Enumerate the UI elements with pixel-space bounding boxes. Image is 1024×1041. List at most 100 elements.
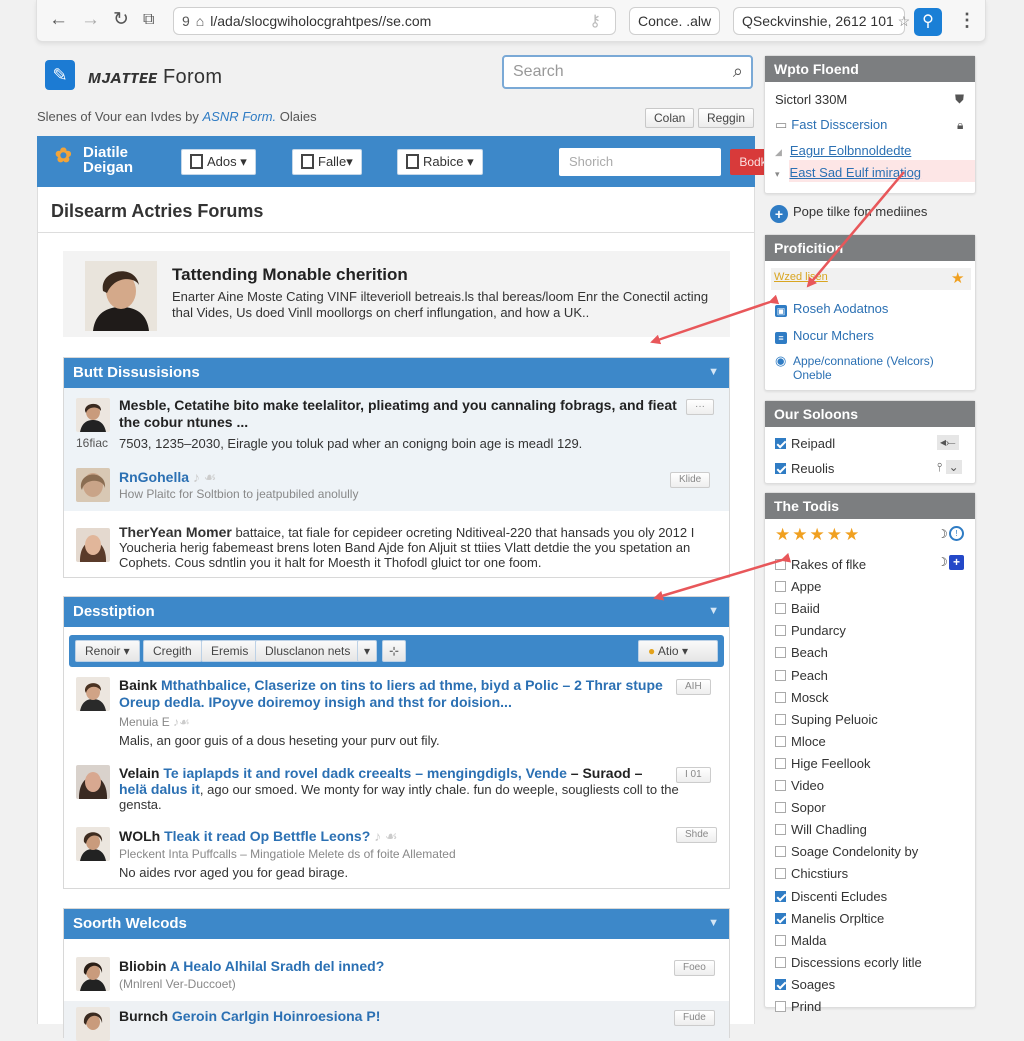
checkbox-reuolis[interactable]: Reuolis <box>775 461 834 476</box>
tools-checkbox-item[interactable]: Soage Condelonity by <box>775 844 918 859</box>
moon-icon[interactable]: ☽ <box>937 527 948 541</box>
checkbox[interactable] <box>775 669 786 681</box>
toolbar-author-dropdown[interactable]: ● Atio ▾ <box>638 640 718 662</box>
site-logo[interactable]: ᴍᴊᴀᴛᴛᴇᴇ Forom <box>88 66 222 89</box>
clock-icon[interactable]: ! <box>949 526 964 541</box>
checkbox[interactable] <box>775 625 786 637</box>
address-bar[interactable]: 9 ⌂ l/ada/slocgwiholocgrahtpes//se.com ⚷ <box>173 7 616 35</box>
sidebar-link[interactable]: ◉ Appe/connatione (Velcors) Oneble <box>775 354 960 383</box>
tools-checkbox-item[interactable]: Pundarcy <box>775 623 846 638</box>
checkbox[interactable] <box>775 735 786 747</box>
pin-icon[interactable]: ⫯ ⌄ <box>937 460 962 475</box>
discussion-title[interactable]: Velain Te iaplapds it and rovel dadk cre… <box>119 765 679 782</box>
checkbox[interactable] <box>775 603 786 615</box>
toolbar-button[interactable]: Dlusclanon nets <box>255 640 361 662</box>
tools-checkbox-item[interactable]: Soages <box>775 977 835 992</box>
row-action-button[interactable]: AIH <box>676 679 711 695</box>
checkbox[interactable] <box>775 463 786 474</box>
moon-icon[interactable]: ☽ <box>937 555 948 569</box>
site-search-input[interactable]: Search ⌕ <box>502 55 753 89</box>
sidebar-link[interactable]: ▣ Roseh Aodatnos <box>775 301 888 317</box>
featured-post[interactable]: Tattending Monable cherition Enarter Ain… <box>63 251 730 337</box>
share-icon[interactable]: ⧉ <box>143 10 154 30</box>
tools-checkbox-item[interactable]: Mloce <box>775 734 826 749</box>
tools-checkbox-item[interactable]: Manelis Orpltice <box>775 911 884 926</box>
discussion-author[interactable]: RnGohella ♪ ☙ <box>119 469 216 486</box>
row-action-button[interactable]: Shde <box>676 827 718 843</box>
lock-icon[interactable]: 🔒︎ <box>957 118 963 133</box>
tools-checkbox-item[interactable]: Hige Feellook <box>775 756 871 771</box>
collapse-caret-icon[interactable]: ▼ <box>708 605 719 617</box>
tools-checkbox-item[interactable]: Malda <box>775 933 826 948</box>
tools-checkbox-item[interactable]: Discessions ecorly litle <box>775 955 922 970</box>
nav-dropdown-ados[interactable]: Ados ▾ <box>181 149 256 175</box>
site-logo-icon[interactable]: ✎ <box>45 60 75 90</box>
shield-icon[interactable]: ⛊ <box>955 92 964 107</box>
tools-icon[interactable]: ◂⤚ <box>937 435 959 450</box>
star-icon[interactable]: ★ <box>951 269 964 287</box>
tools-checkbox-item[interactable]: Sopor <box>775 800 826 815</box>
login-button[interactable]: Colan <box>645 108 695 128</box>
checkbox[interactable] <box>775 802 786 814</box>
tools-checkbox-item[interactable]: Peach <box>775 668 828 683</box>
toolbar-button[interactable]: Renoir ▾ <box>75 640 140 662</box>
tools-checkbox-item[interactable]: Will Chadling <box>775 822 867 837</box>
sidebar-link[interactable]: ◢ Eagur Eolbnnoldedte <box>775 143 911 158</box>
register-button[interactable]: Reggin <box>698 108 755 128</box>
checkbox[interactable] <box>775 912 786 924</box>
extension-icon[interactable]: ⚲ <box>914 8 942 36</box>
discussion-title[interactable]: Bliobin A Healo Alhilal Sradh del inned? <box>119 958 384 975</box>
checkbox[interactable] <box>775 581 786 593</box>
nav-search-input[interactable]: Shorich <box>559 148 721 176</box>
checkbox[interactable] <box>775 868 786 880</box>
forum-brand[interactable]: ✿ Diatile Deigan <box>55 145 133 175</box>
discussion-title[interactable]: Mesble, Cetatihe bito make teelalitor, p… <box>119 397 679 431</box>
featured-title[interactable]: Tattending Monable cherition <box>172 265 408 285</box>
toolbar-button[interactable]: Cregith <box>143 640 202 662</box>
tools-checkbox-item[interactable]: Beach <box>775 645 828 660</box>
toolbar-move-button[interactable]: ⊹ <box>382 640 407 662</box>
checkbox[interactable] <box>775 757 786 769</box>
reload-icon[interactable]: ↻ <box>113 10 129 30</box>
tools-checkbox-item[interactable]: Prind <box>775 999 821 1014</box>
highlight-link[interactable]: Wzed lisen <box>774 271 828 283</box>
section-header[interactable]: Desstiption ▼ <box>64 597 729 627</box>
tools-checkbox-item[interactable]: Suping Peluoic <box>775 712 878 727</box>
more-menu-icon[interactable]: ⋮ <box>958 10 976 30</box>
nav-dropdown-rabice[interactable]: Rabice ▾ <box>397 149 483 175</box>
tools-checkbox-item[interactable]: Video <box>775 778 824 793</box>
tools-checkbox-item[interactable]: Discenti Ecludes <box>775 889 887 904</box>
collapse-caret-icon[interactable]: ▼ <box>708 366 719 378</box>
tools-checkbox-item[interactable]: Chicstiurs <box>775 866 848 881</box>
checkbox-reipadl[interactable]: Reipadl <box>775 436 835 451</box>
checkbox[interactable] <box>775 1001 786 1012</box>
checkbox[interactable] <box>775 956 786 968</box>
tools-checkbox-item[interactable]: Baiid <box>775 601 820 616</box>
star-bookmark-icon[interactable]: ☆ <box>898 13 911 29</box>
row-action-button[interactable]: I 01 <box>676 767 711 783</box>
location-chip[interactable]: QSeckvinshie, 2612 101 ☆ <box>733 7 910 35</box>
promo-link[interactable]: + Pope tilke fon mediines <box>770 204 927 223</box>
row-action-button[interactable]: ··· <box>686 399 714 415</box>
checkbox[interactable] <box>775 559 786 570</box>
checkbox[interactable] <box>775 978 786 990</box>
sidebar-link[interactable]: ≡ Nocur Mchers <box>775 328 874 344</box>
checkbox[interactable] <box>775 691 786 703</box>
checkbox[interactable] <box>775 647 786 659</box>
section-header[interactable]: Butt Dissusisions ▼ <box>64 358 729 388</box>
back-icon[interactable]: ← <box>49 10 68 30</box>
rating-stars[interactable]: ★★★★★ <box>775 525 861 545</box>
checkbox[interactable] <box>775 824 786 836</box>
checkbox[interactable] <box>775 934 786 946</box>
tools-checkbox-item[interactable]: Mosck <box>775 690 829 705</box>
add-icon[interactable]: + <box>949 555 964 570</box>
tools-checkbox-item[interactable]: Rakes of flke <box>775 557 866 572</box>
forward-icon[interactable]: → <box>81 10 100 30</box>
sidebar-link-selected[interactable]: ▾ East Sad Eulf imiratiog <box>775 165 921 180</box>
sidebar-item[interactable]: ▭ Fast Disscersion <box>775 117 887 133</box>
sidebar-item[interactable]: Sictorl 330M <box>775 92 847 107</box>
row-action-button[interactable]: Klide <box>670 472 711 488</box>
section-header[interactable]: Soorth Welcods ▼ <box>64 909 729 939</box>
tagline-link[interactable]: ASNR Form. <box>203 109 277 124</box>
toolbar-dropdown-button[interactable]: ▾ <box>357 640 378 662</box>
